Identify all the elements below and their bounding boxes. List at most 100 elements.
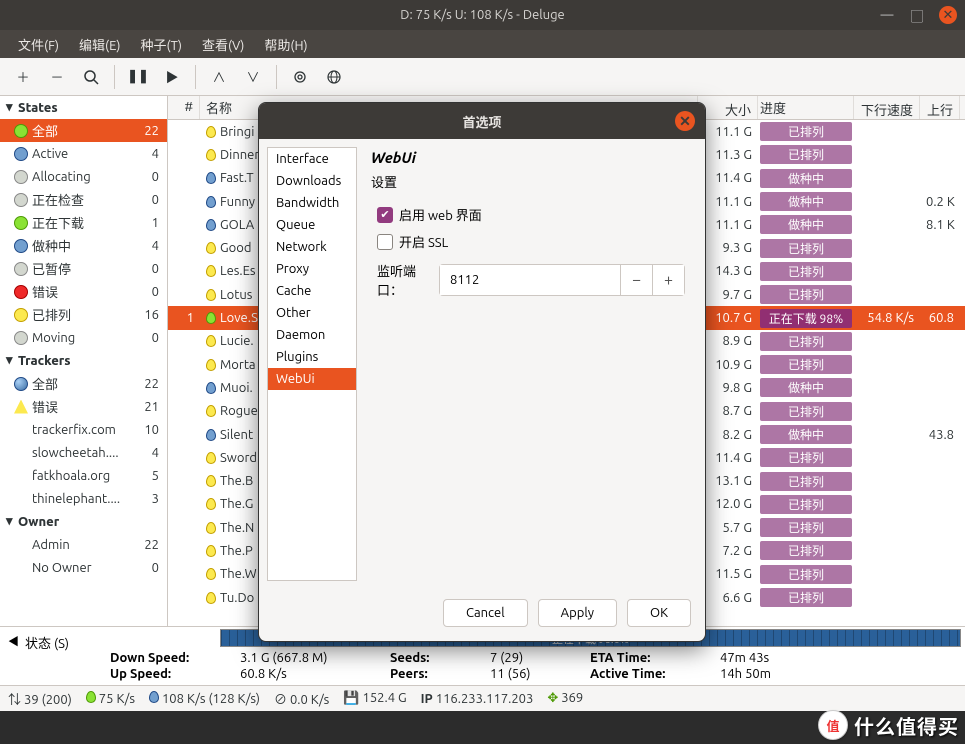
sidebar-item-count: 5 <box>152 469 161 483</box>
col-size[interactable]: 大小 <box>698 96 758 119</box>
menu-item[interactable]: 编辑(E) <box>69 35 130 54</box>
sidebar-item-label: Allocating <box>32 170 152 184</box>
sidebar-item-label: fatkhoala.org <box>32 469 152 483</box>
prefs-category-item[interactable]: Downloads <box>268 170 356 192</box>
cell-up: 0.2 K <box>920 195 960 209</box>
apply-button[interactable]: Apply <box>538 599 617 627</box>
connections-indicator[interactable]: ⇅ 39 (200) <box>8 689 72 708</box>
cell-size: 8.2 G <box>698 428 758 442</box>
col-upspeed[interactable]: 上行 <box>920 96 960 119</box>
sidebar-item[interactable]: 已排列16 <box>0 303 167 326</box>
sidebar-item[interactable]: 错误21 <box>0 395 167 418</box>
down-speed-indicator[interactable]: 75 K/s <box>86 691 135 706</box>
prefs-category-item[interactable]: Proxy <box>268 258 356 280</box>
filter-button[interactable] <box>74 62 108 92</box>
sidebar-item-label: 正在下载 <box>32 213 152 232</box>
queue-up-button[interactable]: ∧ <box>202 62 236 92</box>
queue-down-button[interactable]: ∨ <box>236 62 270 92</box>
cell-size: 6.6 G <box>698 591 758 605</box>
menu-item[interactable]: 种子(T) <box>131 35 192 54</box>
col-downspeed[interactable]: 下行速度 <box>854 96 920 119</box>
sidebar-item[interactable]: Moving0 <box>0 326 167 349</box>
preferences-button[interactable] <box>283 62 317 92</box>
sidebar-item[interactable]: thinelephant....3 <box>0 487 167 510</box>
sidebar-section-header[interactable]: ▾ Owner <box>0 510 167 533</box>
window-title: D: 75 K/s U: 108 K/s - Deluge <box>400 8 564 22</box>
up-speed-indicator[interactable]: 108 K/s (128 K/s) <box>149 691 260 706</box>
prefs-category-item[interactable]: Queue <box>268 214 356 236</box>
disk-space-indicator[interactable]: 💾 152.4 G <box>343 691 406 706</box>
status-value: 7 (29) <box>490 651 580 665</box>
cell-progress: 做种中 <box>758 376 854 399</box>
sidebar-item[interactable]: No Owner0 <box>0 556 167 579</box>
prefs-category-item[interactable]: Interface <box>268 148 356 170</box>
sidebar-item[interactable]: 全部22 <box>0 119 167 142</box>
sidebar-section-header[interactable]: ▾ States <box>0 96 167 119</box>
sidebar-item[interactable]: 错误0 <box>0 280 167 303</box>
port-increment-button[interactable]: + <box>652 265 684 295</box>
prefs-category-item[interactable]: Network <box>268 236 356 258</box>
status-value: 14h 50m <box>720 667 840 681</box>
sidebar-item[interactable]: 已暂停0 <box>0 257 167 280</box>
status-icon <box>14 331 28 345</box>
close-button[interactable]: ✕ <box>939 6 957 24</box>
menu-item[interactable]: 帮助(H) <box>254 35 317 54</box>
sidebar-item[interactable]: Admin22 <box>0 533 167 556</box>
sidebar-item[interactable]: fatkhoala.org5 <box>0 464 167 487</box>
cell-progress: 做种中 <box>758 423 854 446</box>
ok-button[interactable]: OK <box>627 599 691 627</box>
protocol-speed-indicator[interactable]: ⊘ 0.0 K/s <box>274 689 329 708</box>
dialog-titlebar[interactable]: 首选项 ✕ <box>259 103 705 139</box>
menu-item[interactable]: 文件(F) <box>8 35 69 54</box>
chevron-left-icon: ◀ <box>8 633 19 649</box>
prefs-content-panel: WebUi 设置 ✔ 启用 web 界面 开启 SSL 监听端口： − + <box>357 139 705 589</box>
status-icon <box>14 400 28 414</box>
prefs-category-item[interactable]: Bandwidth <box>268 192 356 214</box>
resume-button[interactable]: ▶ <box>155 62 189 92</box>
cell-progress: 已排列 <box>758 586 854 609</box>
prefs-category-item[interactable]: Other <box>268 302 356 324</box>
dialog-close-button[interactable]: ✕ <box>675 111 695 131</box>
sidebar-item[interactable]: Active4 <box>0 142 167 165</box>
watermark-text: 什么值得买 <box>854 711 959 740</box>
menu-item[interactable]: 查看(V) <box>192 35 254 54</box>
sidebar-item-count: 22 <box>144 124 161 138</box>
maximize-button[interactable]: ▢ <box>909 7 925 23</box>
prefs-category-item[interactable]: Cache <box>268 280 356 302</box>
pause-button[interactable]: ❚❚ <box>121 62 155 92</box>
enable-ssl-checkbox[interactable] <box>377 234 393 250</box>
sidebar-item-label: thinelephant.... <box>32 492 152 506</box>
sidebar-item[interactable]: 正在下载1 <box>0 211 167 234</box>
cell-size: 11.4 G <box>698 451 758 465</box>
sidebar-section-header[interactable]: ▾ Trackers <box>0 349 167 372</box>
sidebar-item[interactable]: slowcheetah....4 <box>0 441 167 464</box>
cell-progress: 做种中 <box>758 167 854 190</box>
status-label: Seeds: <box>390 651 480 665</box>
sidebar-item[interactable]: trackerfix.com10 <box>0 418 167 441</box>
sidebar-item[interactable]: 全部22 <box>0 372 167 395</box>
sidebar-item[interactable]: Allocating0 <box>0 165 167 188</box>
col-progress[interactable]: 进度 <box>758 96 854 119</box>
sidebar-item-label: 全部 <box>32 374 144 393</box>
enable-web-checkbox[interactable]: ✔ <box>377 207 393 223</box>
dht-indicator[interactable]: ✥ 369 <box>547 691 583 706</box>
torrent-status-icon <box>206 149 216 161</box>
status-tab[interactable]: ◀ 状态 (S) <box>0 629 110 685</box>
sidebar-item[interactable]: 做种中4 <box>0 234 167 257</box>
col-num[interactable]: # <box>168 96 200 119</box>
port-decrement-button[interactable]: − <box>620 265 652 295</box>
connection-manager-button[interactable] <box>317 62 351 92</box>
sidebar-item[interactable]: 正在检查0 <box>0 188 167 211</box>
prefs-category-item[interactable]: Plugins <box>268 346 356 368</box>
remove-torrent-button[interactable]: － <box>40 62 74 92</box>
prefs-category-item[interactable]: WebUi <box>268 368 356 390</box>
port-input[interactable] <box>440 265 620 295</box>
cancel-button[interactable]: Cancel <box>443 599 528 627</box>
prefs-category-item[interactable]: Daemon <box>268 324 356 346</box>
torrent-status-icon <box>206 265 216 277</box>
add-torrent-button[interactable]: ＋ <box>6 62 40 92</box>
minimize-button[interactable]: — <box>879 7 895 23</box>
cell-progress: 已排列 <box>758 143 854 166</box>
status-icon <box>14 147 28 161</box>
status-icon <box>14 170 28 184</box>
